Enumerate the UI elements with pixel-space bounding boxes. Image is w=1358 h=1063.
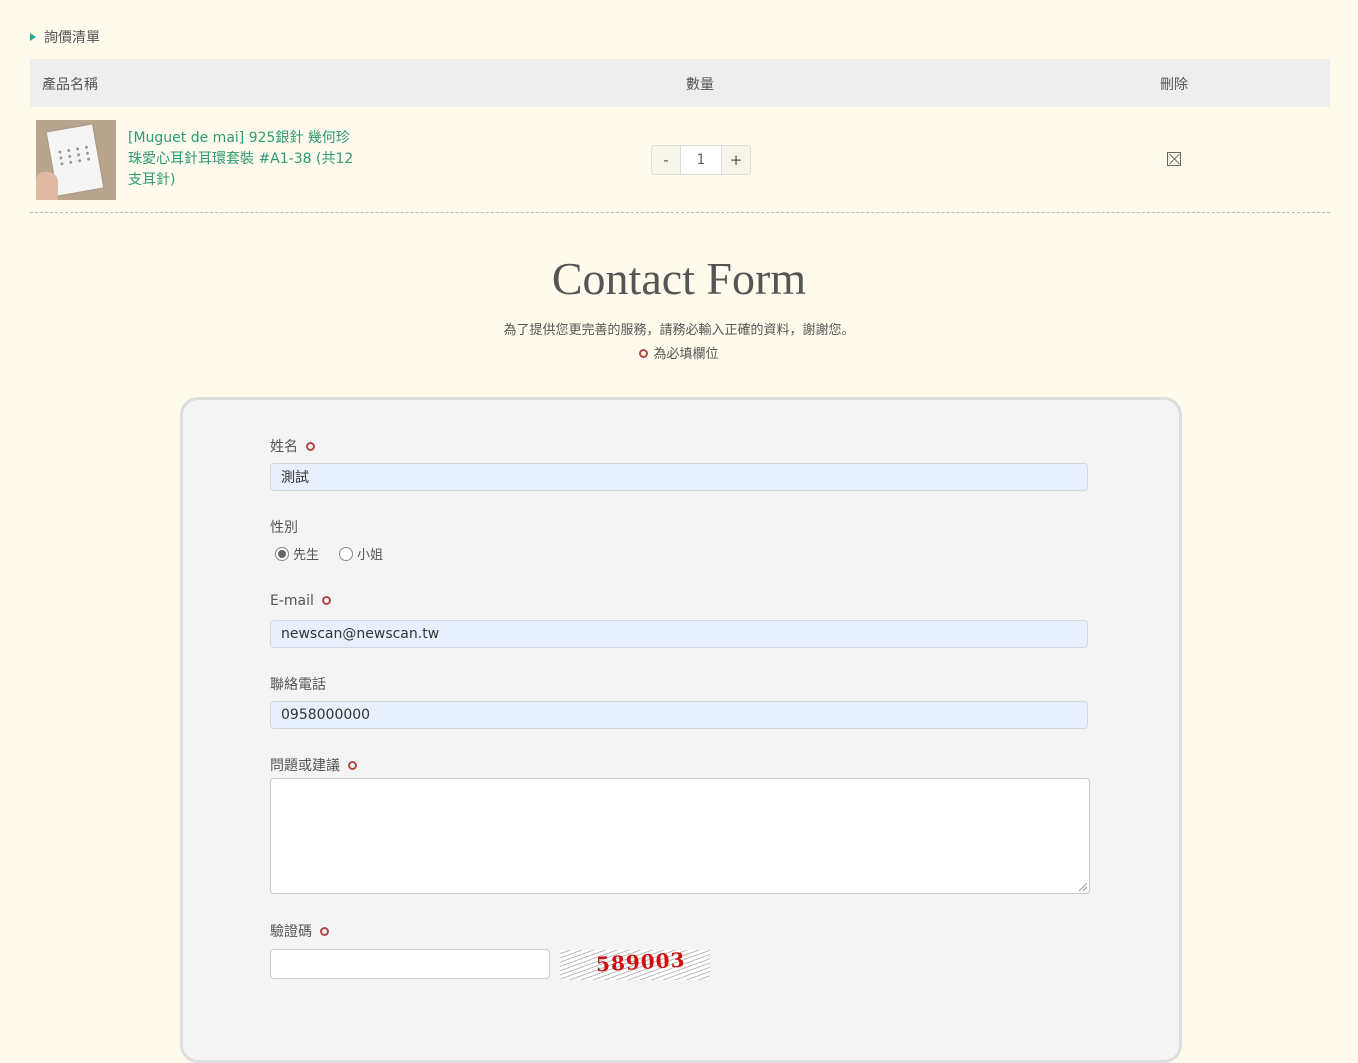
email-label: E-mail	[270, 593, 331, 609]
header-delete: 刪除	[1160, 77, 1188, 93]
cart-row: [Muguet de mai] 925銀針 幾何珍珠愛心耳針耳環套裝 #A1-3…	[30, 108, 1330, 213]
quantity-stepper: - 1 +	[651, 145, 751, 175]
close-box-icon[interactable]	[1167, 152, 1181, 166]
radio-unchecked-icon[interactable]	[339, 546, 354, 561]
breadcrumb-label: 詢價清單	[44, 30, 100, 46]
required-note: 為必填欄位	[0, 343, 1358, 362]
captcha-text: 589003	[595, 950, 687, 977]
form-title: Contact Form	[551, 253, 807, 304]
phone-input[interactable]: 0958000000	[270, 701, 1088, 729]
gender-option-label: 先生	[293, 548, 320, 563]
header-product-name: 產品名稱	[42, 77, 98, 93]
required-dot-icon	[306, 441, 315, 451]
required-dot-icon	[639, 349, 649, 358]
cart-table-header: 產品名稱 數量 刪除	[30, 59, 1330, 107]
name-label: 姓名	[270, 436, 315, 456]
captcha-label-text: 驗證碼	[270, 924, 312, 940]
phone-label: 聯絡電話	[270, 677, 326, 693]
required-note-text: 為必填欄位	[653, 347, 719, 362]
product-name-link[interactable]: [Muguet de mai] 925銀針 幾何珍珠愛心耳針耳環套裝 #A1-3…	[128, 128, 358, 191]
gender-option-label: 小姐	[357, 548, 384, 563]
form-note: 為了提供您更完善的服務，請務必輸入正確的資料，謝謝您。	[503, 323, 855, 338]
header-quantity: 數量	[686, 77, 714, 93]
email-label-text: E-mail	[270, 593, 314, 609]
email-field[interactable]: newscan@newscan.tw	[270, 620, 1088, 648]
contact-form-panel: 姓名 測試 性別 先生 小姐 E-mail newscan@newscan.tw…	[180, 397, 1182, 1063]
required-dot-icon	[320, 926, 329, 936]
radio-checked-icon[interactable]	[275, 546, 289, 561]
message-label-text: 問題或建議	[270, 758, 340, 774]
gender-label: 性別	[270, 520, 298, 536]
quantity-input[interactable]: 1	[681, 145, 721, 175]
product-thumbnail[interactable]	[36, 120, 116, 200]
gender-radio-group: 先生 小姐	[275, 544, 403, 563]
captcha-input[interactable]	[270, 949, 550, 979]
required-dot-icon	[348, 760, 357, 770]
captcha-label: 驗證碼	[270, 921, 329, 941]
increase-quantity-button[interactable]: +	[721, 145, 751, 175]
triangle-right-icon	[30, 33, 36, 41]
message-label: 問題或建議	[270, 755, 357, 775]
resize-grip-icon[interactable]	[1079, 883, 1087, 891]
breadcrumb: 詢價清單	[30, 27, 100, 47]
gender-option-ms[interactable]: 小姐	[339, 544, 383, 563]
name-label-text: 姓名	[270, 439, 298, 455]
required-dot-icon	[321, 595, 331, 605]
captcha-image: 589003	[560, 950, 710, 980]
message-textarea[interactable]	[270, 778, 1090, 894]
decrease-quantity-button[interactable]: -	[651, 145, 681, 175]
gender-option-mr[interactable]: 先生	[275, 544, 319, 563]
name-input[interactable]: 測試	[270, 463, 1088, 491]
